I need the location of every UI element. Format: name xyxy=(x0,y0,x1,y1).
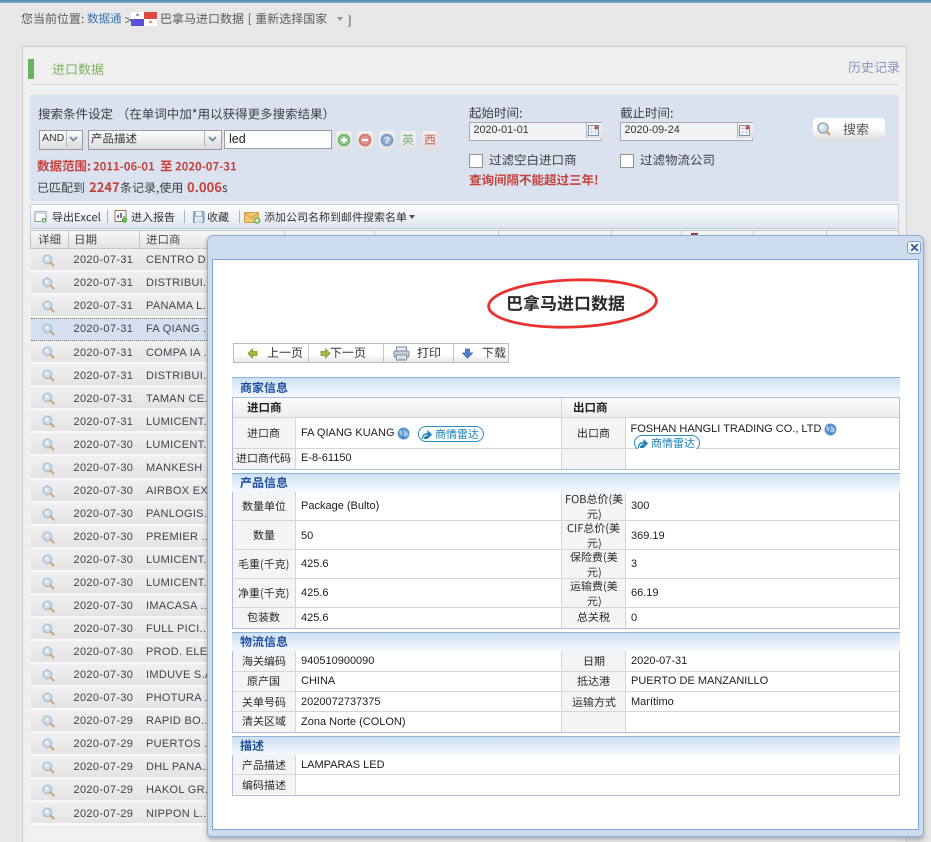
svg-text:?: ? xyxy=(384,136,390,147)
